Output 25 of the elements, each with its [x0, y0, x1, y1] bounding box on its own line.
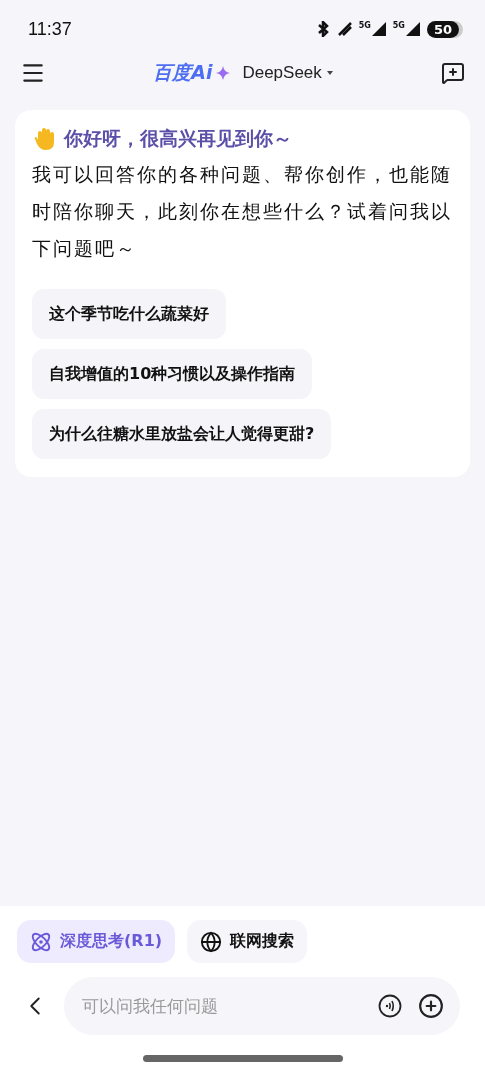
welcome-message: 我可以回答你的各种问题、帮你创作，也能随时陪你聊天，此刻你在想些什么？试着问我以下问题吧～	[32, 162, 453, 261]
greeting: 你好呀，很高兴再见到你～	[64, 126, 292, 151]
atom-icon	[30, 930, 52, 953]
bluetooth-icon	[316, 21, 331, 37]
suggestion-chip[interactable]: 自我增值的10种习惯以及操作指南	[32, 349, 313, 399]
globe-icon	[200, 930, 223, 953]
message-input[interactable]: 可以问我任何问题	[80, 995, 362, 1017]
status-time: 11:37	[28, 18, 72, 40]
signal-icon	[370, 21, 387, 37]
network-label: 5G	[358, 21, 371, 30]
network-label: 5G	[392, 21, 405, 30]
sparkle-icon	[216, 66, 231, 80]
mode-toggle[interactable]: 深度思考(R1)	[17, 920, 176, 963]
suggestion-chip[interactable]: 这个季节吃什么蔬菜好	[32, 289, 226, 339]
suggestion-chip[interactable]: 为什么往糖水里放盐会让人觉得更甜?	[32, 409, 332, 459]
model-selector[interactable]: DeepSeek	[242, 63, 322, 83]
message-field[interactable]: 可以问我任何问题	[64, 977, 460, 1035]
signal-icon	[404, 21, 421, 37]
voice-icon[interactable]	[378, 994, 402, 1018]
battery-level: 50	[426, 20, 459, 38]
caret-icon	[325, 70, 334, 76]
new-chat-icon[interactable]	[441, 61, 465, 85]
add-icon[interactable]	[418, 993, 444, 1019]
logo: 百度Ai	[153, 60, 213, 85]
mode-toggle[interactable]: 联网搜索	[187, 920, 308, 963]
